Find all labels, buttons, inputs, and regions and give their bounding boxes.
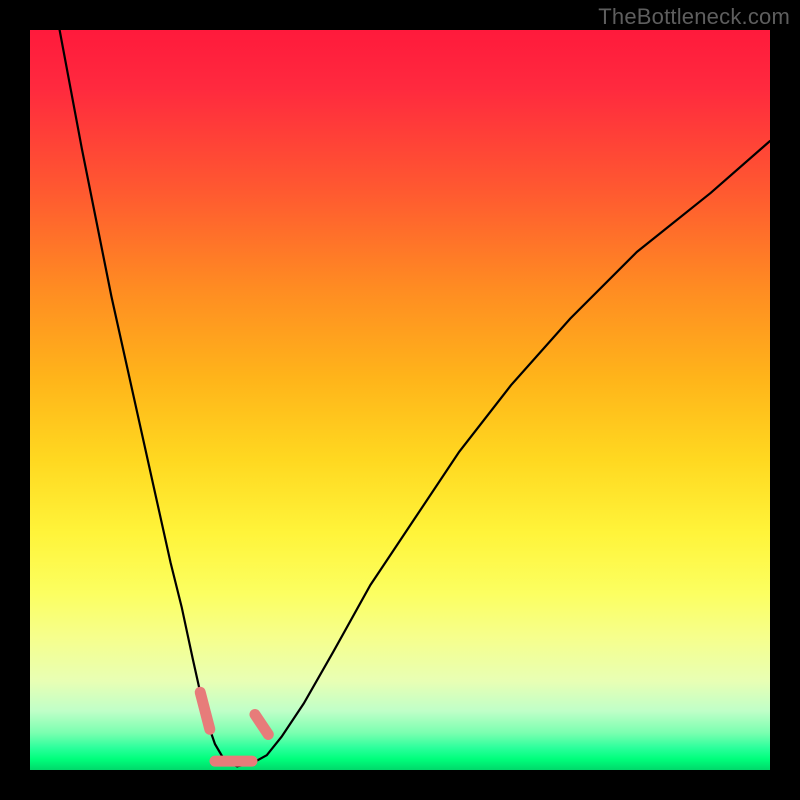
left-marker	[200, 692, 210, 729]
right-curve	[237, 141, 770, 766]
plot-area	[30, 30, 770, 770]
watermark-text: TheBottleneck.com	[598, 4, 790, 30]
curve-layer	[30, 30, 770, 770]
left-curve	[60, 30, 238, 766]
chart-frame: TheBottleneck.com	[0, 0, 800, 800]
right-marker	[255, 715, 268, 735]
